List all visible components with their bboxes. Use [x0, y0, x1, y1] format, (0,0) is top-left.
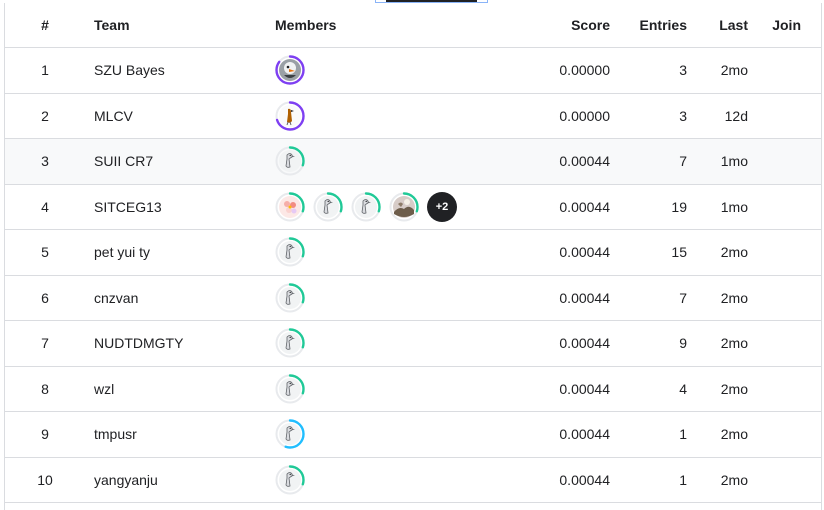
rank-cell: 6: [41, 289, 49, 306]
entries-cell: 19: [671, 198, 687, 215]
table-row[interactable]: 10 yangyanju 0.00044 1 2mo: [5, 458, 821, 503]
team-name[interactable]: NUDTDMGTY: [85, 335, 275, 351]
header-rank[interactable]: #: [5, 17, 85, 33]
team-name[interactable]: SZU Bayes: [85, 62, 275, 78]
members-cell: [275, 237, 475, 267]
table-row[interactable]: 7 NUDTDMGTY 0.00044 9 2mo: [5, 321, 821, 367]
default-goose-avatar-icon[interactable]: [275, 237, 305, 267]
photo-avatar-icon[interactable]: [389, 192, 419, 222]
rank-cell: 10: [37, 471, 53, 488]
members-cell: [275, 465, 475, 495]
default-goose-avatar-icon[interactable]: [275, 419, 305, 449]
members-cell: [275, 328, 475, 358]
bird-avatar-icon[interactable]: [275, 101, 305, 131]
members-cell: [275, 374, 475, 404]
rank-cell: 8: [41, 380, 49, 397]
last-cell: 2mo: [720, 426, 748, 443]
members-cell: [275, 146, 475, 176]
members-cell: [275, 55, 475, 85]
table-header: # Team Members Score Entries Last Join: [5, 3, 821, 48]
team-name[interactable]: pet yui ty: [85, 244, 275, 260]
score-cell: 0.00044: [559, 380, 610, 397]
last-cell: 2mo: [720, 62, 748, 79]
default-goose-avatar-icon[interactable]: [275, 146, 305, 176]
rank-cell: 7: [41, 335, 49, 352]
team-name[interactable]: SITCEG13: [85, 199, 275, 215]
last-cell: 2mo: [720, 471, 748, 488]
header-last[interactable]: Last: [687, 17, 748, 33]
default-goose-avatar-icon[interactable]: [351, 192, 381, 222]
flower-avatar-icon[interactable]: [275, 192, 305, 222]
members-cell: [275, 283, 475, 313]
header-join[interactable]: Join: [748, 17, 801, 33]
score-cell: 0.00044: [559, 244, 610, 261]
score-cell: 0.00044: [559, 335, 610, 352]
default-goose-avatar-icon[interactable]: [275, 328, 305, 358]
table-row[interactable]: 1 SZU Bayes 0.00000 3 2mo: [5, 48, 821, 94]
entries-cell: 3: [679, 62, 687, 79]
entries-cell: 7: [679, 289, 687, 306]
table-row[interactable]: 8 wzl 0.00044 4 2mo: [5, 367, 821, 412]
entries-cell: 9: [679, 335, 687, 352]
last-cell: 2mo: [720, 289, 748, 306]
team-name[interactable]: cnzvan: [85, 290, 275, 306]
team-name[interactable]: wzl: [85, 381, 275, 397]
score-cell: 0.00044: [559, 471, 610, 488]
last-cell: 2mo: [720, 380, 748, 397]
table-row[interactable]: 2 MLCV 0.00000 3 12d: [5, 94, 821, 139]
last-cell: 2mo: [720, 335, 748, 352]
table-row[interactable]: 5 pet yui ty 0.00044 15 2mo: [5, 230, 821, 276]
leaderboard-table: # Team Members Score Entries Last Join 1…: [4, 3, 822, 510]
header-members: Members: [275, 17, 337, 33]
score-cell: 0.00044: [559, 198, 610, 215]
rank-cell: 2: [41, 107, 49, 124]
score-cell: 0.00044: [559, 289, 610, 306]
rank-cell: 3: [41, 153, 49, 170]
table-row[interactable]: 3 SUII CR7 0.00044 7 1mo: [5, 139, 821, 185]
last-cell: 1mo: [720, 198, 748, 215]
header-score[interactable]: Score: [475, 17, 610, 33]
score-cell: 0.00044: [559, 426, 610, 443]
default-goose-avatar-icon[interactable]: [275, 283, 305, 313]
last-cell: 12d: [724, 107, 748, 124]
last-cell: 2mo: [720, 244, 748, 261]
default-goose-avatar-icon[interactable]: [313, 192, 343, 222]
rank-cell: 5: [41, 244, 49, 261]
header-entries[interactable]: Entries: [610, 17, 687, 33]
members-cell: [275, 419, 475, 449]
entries-cell: 15: [671, 244, 687, 261]
team-name[interactable]: MLCV: [85, 108, 275, 124]
rank-cell: 4: [41, 198, 49, 215]
rank-cell: 9: [41, 426, 49, 443]
rank-cell: 1: [41, 62, 49, 79]
entries-cell: 7: [679, 153, 687, 170]
score-cell: 0.00000: [559, 62, 610, 79]
more-members-badge[interactable]: +2: [427, 191, 457, 222]
entries-cell: 1: [679, 471, 687, 488]
default-goose-avatar-icon[interactable]: [275, 465, 305, 495]
score-cell: 0.00044: [559, 153, 610, 170]
members-cell: +2: [275, 191, 475, 222]
members-cell: [275, 101, 475, 131]
team-name[interactable]: tmpusr: [85, 426, 275, 442]
table-row[interactable]: 4 SITCEG13 +2 0.00044 19 1mo: [5, 185, 821, 230]
team-name[interactable]: SUII CR7: [85, 153, 275, 169]
entries-cell: 1: [679, 426, 687, 443]
entries-cell: 4: [679, 380, 687, 397]
puffin-avatar-icon[interactable]: [275, 55, 305, 85]
default-goose-avatar-icon[interactable]: [275, 374, 305, 404]
table-row[interactable]: 9 tmpusr 0.00044 1 2mo: [5, 412, 821, 458]
last-cell: 1mo: [720, 153, 748, 170]
entries-cell: 3: [679, 107, 687, 124]
score-cell: 0.00000: [559, 107, 610, 124]
table-row[interactable]: 6 cnzvan 0.00044 7 2mo: [5, 276, 821, 321]
header-team[interactable]: Team: [85, 17, 275, 33]
team-name[interactable]: yangyanju: [85, 472, 275, 488]
